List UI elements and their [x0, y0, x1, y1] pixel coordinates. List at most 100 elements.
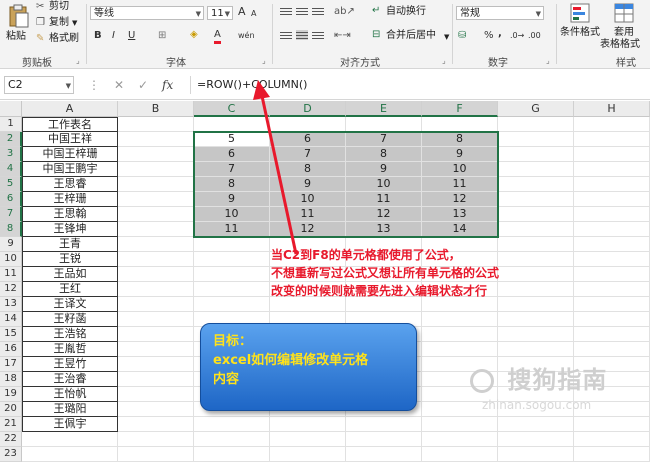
cell-formula-value[interactable]: 9 — [270, 177, 346, 192]
cell-formula-value[interactable]: 5 — [194, 132, 270, 147]
align-left-icon[interactable] — [280, 30, 292, 40]
cell[interactable] — [118, 357, 194, 372]
row-header[interactable]: 17 — [0, 357, 22, 372]
cell[interactable] — [118, 432, 194, 447]
cell-formula-value[interactable]: 9 — [422, 147, 498, 162]
cell[interactable] — [118, 312, 194, 327]
cell-formula-value[interactable]: 8 — [346, 147, 422, 162]
cell[interactable] — [498, 147, 574, 162]
phonetic-button[interactable]: wén — [238, 30, 255, 42]
format-painter-button[interactable]: ✎ 格式刷 — [36, 33, 84, 46]
cell-name[interactable]: 王思翰 — [22, 207, 118, 222]
row-header[interactable]: 18 — [0, 372, 22, 387]
cell-formula-value[interactable]: 10 — [270, 192, 346, 207]
cell[interactable] — [574, 192, 650, 207]
cell[interactable] — [422, 447, 498, 462]
cell[interactable] — [194, 237, 270, 252]
cell[interactable] — [118, 267, 194, 282]
cell[interactable] — [346, 447, 422, 462]
cell[interactable] — [574, 447, 650, 462]
cell-name[interactable]: 中国王祥 — [22, 132, 118, 147]
comma-button[interactable]: , — [498, 28, 502, 40]
bold-button[interactable]: B — [94, 30, 102, 42]
borders-icon[interactable]: ⊞ — [158, 30, 166, 42]
cell[interactable] — [574, 282, 650, 297]
cell[interactable] — [118, 417, 194, 432]
cell[interactable] — [118, 372, 194, 387]
cell[interactable] — [118, 147, 194, 162]
row-header[interactable]: 19 — [0, 387, 22, 402]
cell[interactable] — [574, 117, 650, 132]
cell[interactable] — [194, 267, 270, 282]
row-header[interactable]: 9 — [0, 237, 22, 252]
cell[interactable] — [270, 432, 346, 447]
cell-name[interactable]: 工作表名 — [22, 117, 118, 132]
cell[interactable] — [270, 117, 346, 132]
align-center-icon[interactable] — [296, 30, 308, 40]
cell-formula-value[interactable]: 9 — [346, 162, 422, 177]
cell[interactable] — [498, 177, 574, 192]
cell-name[interactable]: 王译文 — [22, 297, 118, 312]
cell-formula-value[interactable]: 12 — [270, 222, 346, 237]
middle-align-icon[interactable] — [296, 6, 308, 16]
cell-formula-value[interactable]: 14 — [422, 222, 498, 237]
shrink-font-button[interactable]: A — [251, 8, 256, 20]
cell[interactable] — [498, 327, 574, 342]
cell-formula-value[interactable]: 8 — [194, 177, 270, 192]
enter-icon[interactable]: ✓ — [138, 78, 148, 92]
column-header-g[interactable]: G — [498, 101, 574, 117]
cell[interactable] — [574, 177, 650, 192]
cut-button[interactable]: ✂ 剪切 — [36, 1, 80, 14]
cell-name[interactable]: 王璐阳 — [22, 402, 118, 417]
cell[interactable] — [118, 447, 194, 462]
cell-formula-value[interactable]: 9 — [194, 192, 270, 207]
cell[interactable] — [194, 117, 270, 132]
cell[interactable] — [574, 417, 650, 432]
cell[interactable] — [194, 432, 270, 447]
cell[interactable] — [118, 222, 194, 237]
cell-formula-value[interactable]: 8 — [270, 162, 346, 177]
top-align-icon[interactable] — [280, 6, 292, 16]
cell[interactable] — [498, 132, 574, 147]
cell[interactable] — [118, 162, 194, 177]
cell[interactable] — [574, 297, 650, 312]
cell-formula-value[interactable]: 10 — [194, 207, 270, 222]
row-header[interactable]: 16 — [0, 342, 22, 357]
cell[interactable] — [574, 147, 650, 162]
cancel-icon[interactable]: ✕ — [114, 78, 124, 92]
cell[interactable] — [194, 417, 270, 432]
cell-name[interactable]: 王浩铭 — [22, 327, 118, 342]
select-all-corner[interactable] — [0, 101, 22, 117]
percent-button[interactable]: % — [484, 30, 494, 42]
cell[interactable] — [498, 447, 574, 462]
cell[interactable] — [118, 282, 194, 297]
cell-name[interactable]: 中国王梓珊 — [22, 147, 118, 162]
dialog-launcher-icon[interactable]: ⌟ — [262, 56, 266, 65]
cell[interactable] — [118, 342, 194, 357]
column-header-h[interactable]: H — [574, 101, 650, 117]
cell-name[interactable]: 王品如 — [22, 267, 118, 282]
cell[interactable] — [422, 432, 498, 447]
cell[interactable] — [574, 252, 650, 267]
dialog-launcher-icon[interactable]: ⌟ — [546, 56, 550, 65]
cell-formula-value[interactable]: 11 — [422, 177, 498, 192]
row-header[interactable]: 23 — [0, 447, 22, 462]
increase-decimal-icon[interactable]: .0→ — [510, 30, 524, 42]
cell-name[interactable]: 王锐 — [22, 252, 118, 267]
cell[interactable] — [498, 162, 574, 177]
cell-formula-value[interactable]: 11 — [270, 207, 346, 222]
cell-name[interactable]: 王青 — [22, 237, 118, 252]
cell[interactable] — [118, 297, 194, 312]
row-header[interactable]: 13 — [0, 297, 22, 312]
cell-name[interactable]: 王佩宇 — [22, 417, 118, 432]
row-header[interactable]: 6 — [0, 192, 22, 207]
cell[interactable] — [194, 297, 270, 312]
row-header[interactable]: 8 — [0, 222, 22, 237]
decrease-decimal-icon[interactable]: .00 — [528, 30, 541, 42]
wrap-text-button[interactable]: ↵ 自动换行 — [372, 5, 442, 19]
cell-name[interactable]: 王怡帆 — [22, 387, 118, 402]
orientation-icon[interactable]: ab↗ — [334, 6, 355, 18]
format-as-table-button[interactable]: 套用 表格格式 — [600, 2, 648, 50]
cell-formula-value[interactable]: 6 — [270, 132, 346, 147]
cell-formula-value[interactable]: 13 — [422, 207, 498, 222]
